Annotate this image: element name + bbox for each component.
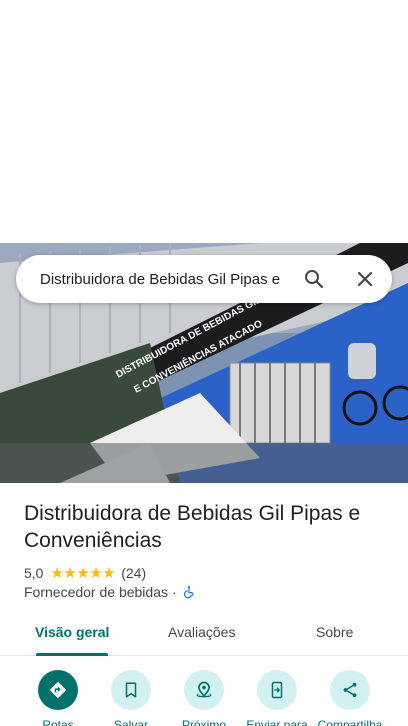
tab-reviews[interactable]: Avaliações: [168, 624, 235, 640]
directions-button[interactable]: Rotas: [21, 670, 95, 726]
rating-value: 5,0: [24, 565, 44, 581]
send-to-phone-label: Enviar para: [246, 718, 308, 726]
place-category: Fornecedor de bebidas: [24, 584, 168, 600]
nearby-icon[interactable]: [184, 670, 224, 710]
place-title: Distribuidora de Bebidas Gil Pipas e Con…: [24, 502, 361, 552]
bookmark-icon[interactable]: [111, 670, 151, 710]
search-bar[interactable]: Distribuidora de Bebidas Gil Pipas e: [16, 255, 392, 303]
rating-stars: ★★★★★: [50, 565, 116, 582]
share-label: Compartilha: [317, 718, 383, 726]
active-tab-indicator: [36, 653, 108, 656]
directions-label: Rotas: [42, 718, 74, 726]
rating-row[interactable]: 5,0 ★★★★★ (24): [24, 564, 146, 582]
send-to-phone-button[interactable]: Enviar para: [240, 670, 314, 726]
save-label: Salvar: [113, 718, 148, 726]
search-query[interactable]: Distribuidora de Bebidas Gil Pipas e: [40, 271, 290, 288]
wheelchair-accessible-icon[interactable]: [182, 585, 196, 599]
directions-icon[interactable]: [38, 670, 78, 710]
close-icon[interactable]: [353, 267, 377, 291]
nearby-button[interactable]: Próximo: [167, 670, 241, 726]
share-button[interactable]: Compartilha: [313, 670, 387, 726]
tab-about[interactable]: Sobre: [316, 624, 353, 640]
separator-bullet: ·: [172, 584, 177, 600]
nearby-label: Próximo: [181, 718, 226, 726]
search-icon[interactable]: [302, 267, 326, 291]
blank-map-area: [0, 0, 408, 243]
tab-bar: Visão geral Avaliações Sobre: [0, 612, 408, 656]
tab-overview[interactable]: Visão geral: [35, 624, 109, 640]
category-row: Fornecedor de bebidas ·: [24, 584, 196, 600]
review-count[interactable]: (24): [121, 565, 146, 581]
send-to-phone-icon[interactable]: [257, 670, 297, 710]
share-icon[interactable]: [330, 670, 370, 710]
save-button[interactable]: Salvar: [94, 670, 168, 726]
